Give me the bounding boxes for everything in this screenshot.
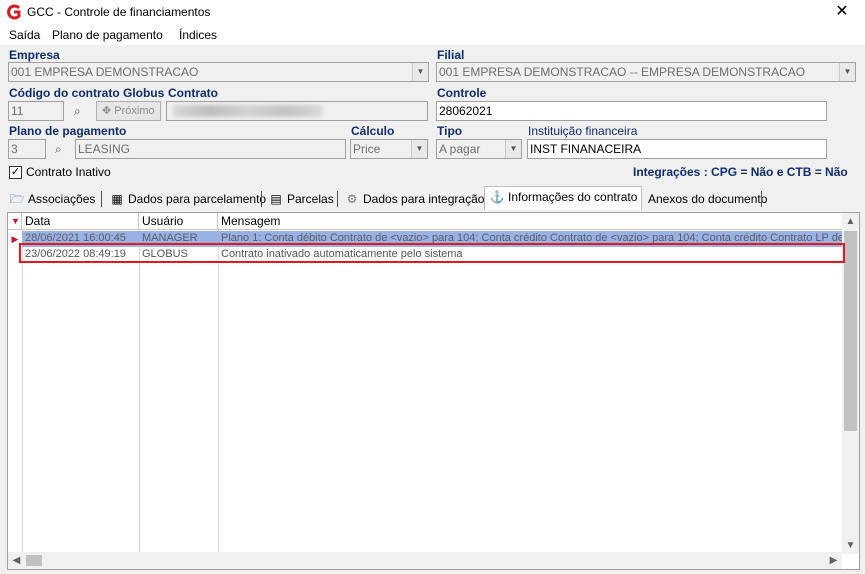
tab-label: Dados para parcelamento: [128, 192, 267, 206]
plano-descricao-value: LEASING: [78, 142, 131, 156]
tab-separator: [761, 191, 762, 207]
empresa-select[interactable]: 001 EMPRESA DEMONSTRACAO ▼: [8, 62, 429, 82]
scroll-up-icon[interactable]: ▲: [842, 213, 859, 230]
tipo-select[interactable]: A pagar ▼: [436, 139, 522, 159]
tab-separator: [337, 191, 338, 207]
tab-informacoes-contrato[interactable]: ⚓ Informações do contrato: [484, 186, 642, 210]
column-header-mensagem[interactable]: Mensagem: [218, 213, 842, 230]
proximo-button[interactable]: ✥ Próximo: [96, 101, 161, 121]
gear-icon: ⚙: [346, 192, 358, 206]
calculator-icon: ▦: [111, 192, 123, 206]
redacted-text: [173, 105, 323, 117]
tab-label: Associações: [28, 192, 96, 206]
scroll-thumb[interactable]: [26, 555, 42, 566]
integracoes-status: Integrações : CPG = Não e CTB = Não: [633, 165, 848, 179]
plano-descricao-input: LEASING: [75, 139, 346, 159]
window-title: GCC - Controle de financiamentos: [27, 5, 211, 19]
tab-dados-parcelamento[interactable]: ▦ Dados para parcelamento: [105, 189, 266, 210]
column-divider: [139, 230, 140, 553]
column-divider: [22, 230, 23, 553]
menu-indices[interactable]: Índices: [179, 28, 217, 42]
document-icon: ▤: [270, 192, 282, 206]
tab-separator: [261, 191, 262, 207]
history-grid: ▼ Data Usuário Mensagem ▶ 28/06/2021 16:…: [7, 212, 860, 570]
menu-plano-pagamento[interactable]: Plano de pagamento: [52, 28, 163, 42]
codigo-contrato-input[interactable]: 11: [8, 101, 64, 121]
horizontal-scrollbar[interactable]: ◀ ▶: [8, 552, 842, 569]
tab-anexos-documento[interactable]: Anexos do documento: [644, 189, 767, 210]
controle-value: 28062021: [439, 104, 493, 118]
filial-value: 001 EMPRESA DEMONSTRACAO -- EMPRESA DEMO…: [439, 65, 806, 79]
binoculars-icon[interactable]: ⌕: [55, 142, 62, 157]
instituicao-label: Instituição financeira: [528, 124, 638, 138]
contrato-inativo-label: Contrato Inativo: [26, 165, 111, 179]
chevron-down-icon[interactable]: ▼: [505, 140, 521, 158]
sort-indicator-icon[interactable]: ▼: [8, 213, 22, 230]
contrato-label: Contrato: [168, 86, 218, 100]
scroll-thumb[interactable]: [844, 231, 857, 431]
empresa-label: Empresa: [9, 48, 60, 62]
plano-codigo-input[interactable]: 3: [8, 139, 46, 159]
tab-bar: 🗁 Associações ▦ Dados para parcelamento ▤ P…: [5, 186, 860, 210]
plano-pagamento-label: Plano de pagamento: [9, 124, 127, 138]
controle-input[interactable]: 28062021: [436, 101, 827, 121]
contrato-inativo-checkbox[interactable]: ✓: [9, 166, 22, 179]
grid-header: ▼ Data Usuário Mensagem: [8, 213, 842, 230]
column-header-usuario[interactable]: Usuário: [139, 213, 218, 230]
calculo-value: Price: [353, 142, 381, 156]
anchor-icon: ⚓: [489, 190, 505, 204]
folder-icon: 🗁: [9, 192, 25, 206]
tab-dados-integracao[interactable]: ⚙ Dados para integração: [340, 189, 485, 210]
chevron-down-icon[interactable]: ▼: [411, 140, 427, 158]
menu-bar: Saída Plano de pagamento Índices: [0, 24, 865, 45]
column-header-data[interactable]: Data: [22, 213, 139, 230]
calculo-label: Cálculo: [351, 124, 395, 138]
menu-saida[interactable]: Saída: [9, 28, 40, 42]
scroll-down-icon[interactable]: ▼: [842, 537, 859, 554]
binoculars-icon[interactable]: ⌕: [74, 104, 81, 119]
chevron-down-icon[interactable]: ▼: [839, 63, 855, 81]
proximo-label: Próximo: [114, 105, 155, 117]
chevron-down-icon[interactable]: ▼: [412, 63, 428, 81]
plus-icon: ✥: [102, 105, 115, 117]
tab-separator: [101, 191, 102, 207]
app-logo-icon: [7, 4, 21, 20]
tab-label: Dados para integração: [363, 192, 485, 206]
scroll-left-icon[interactable]: ◀: [8, 552, 25, 569]
codigo-contrato-label: Código do contrato Globus: [9, 86, 165, 100]
instituicao-value: INST FINANACEIRA: [530, 142, 642, 156]
title-bar: GCC - Controle de financiamentos ✕: [0, 0, 865, 24]
instituicao-input[interactable]: INST FINANACEIRA: [527, 139, 827, 159]
plano-codigo-value: 3: [11, 142, 18, 156]
column-divider: [218, 230, 219, 553]
tab-label: Anexos do documento: [648, 192, 768, 206]
tipo-label: Tipo: [437, 124, 463, 138]
filial-label: Filial: [437, 48, 465, 62]
tab-label: Parcelas: [287, 192, 334, 206]
tipo-value: A pagar: [439, 142, 481, 156]
vertical-scrollbar[interactable]: ▲ ▼: [842, 213, 859, 554]
calculo-select[interactable]: Price ▼: [350, 139, 428, 159]
tab-associacoes[interactable]: 🗁 Associações: [5, 189, 101, 210]
empresa-value: 001 EMPRESA DEMONSTRACAO: [11, 65, 199, 79]
highlight-box: [19, 243, 845, 263]
tab-parcelas[interactable]: ▤ Parcelas: [264, 189, 336, 210]
contrato-input[interactable]: [166, 101, 428, 121]
close-button[interactable]: ✕: [819, 0, 865, 24]
codigo-contrato-value: 11: [11, 104, 24, 118]
filial-select[interactable]: 001 EMPRESA DEMONSTRACAO -- EMPRESA DEMO…: [436, 62, 856, 82]
controle-label: Controle: [437, 86, 487, 100]
scroll-right-icon[interactable]: ▶: [825, 552, 842, 569]
tab-label: Informações do contrato: [508, 190, 638, 204]
